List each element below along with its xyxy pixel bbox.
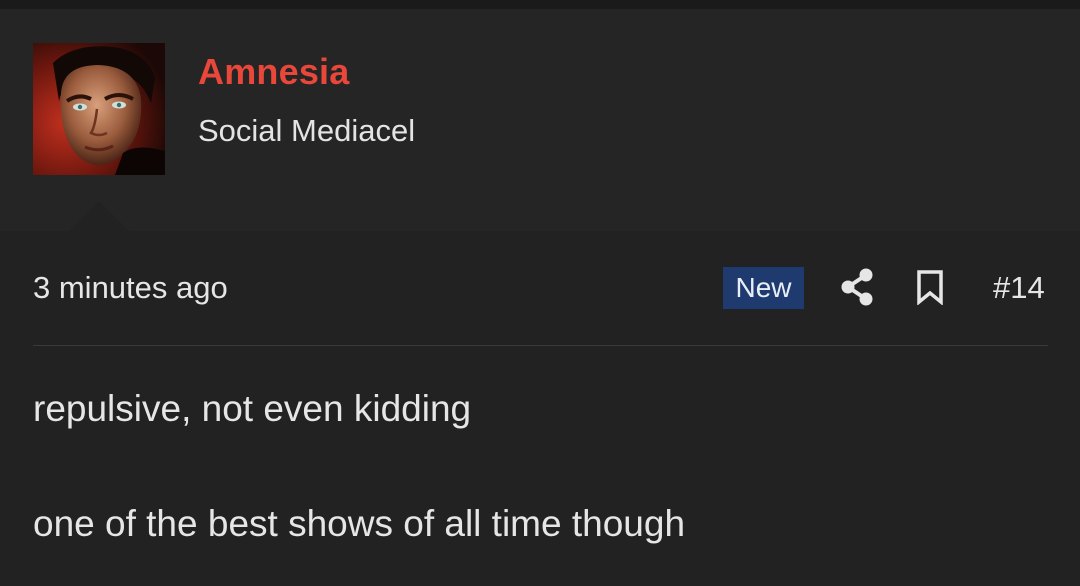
share-button[interactable]: [839, 267, 875, 307]
bookmark-button[interactable]: [915, 269, 945, 306]
post-timestamp[interactable]: 3 minutes ago: [33, 270, 228, 306]
top-strip: [0, 0, 1080, 9]
new-badge: New: [723, 267, 804, 309]
share-icon: [841, 268, 873, 306]
user-title: Social Mediacel: [198, 113, 416, 148]
bookmark-icon: [917, 270, 943, 306]
avatar[interactable]: [33, 43, 165, 175]
header-divider: [33, 345, 1048, 346]
post-body-line: one of the best shows of all time though: [33, 503, 686, 544]
user-block: Amnesia Social Mediacel: [0, 9, 1080, 231]
avatar-image: [33, 43, 165, 175]
post-number[interactable]: #14: [993, 270, 1045, 306]
post-body-line: repulsive, not even kidding: [33, 388, 472, 429]
username[interactable]: Amnesia: [198, 51, 349, 93]
message-pointer: [68, 201, 130, 232]
post-header: 3 minutes ago New #14: [0, 231, 1080, 345]
